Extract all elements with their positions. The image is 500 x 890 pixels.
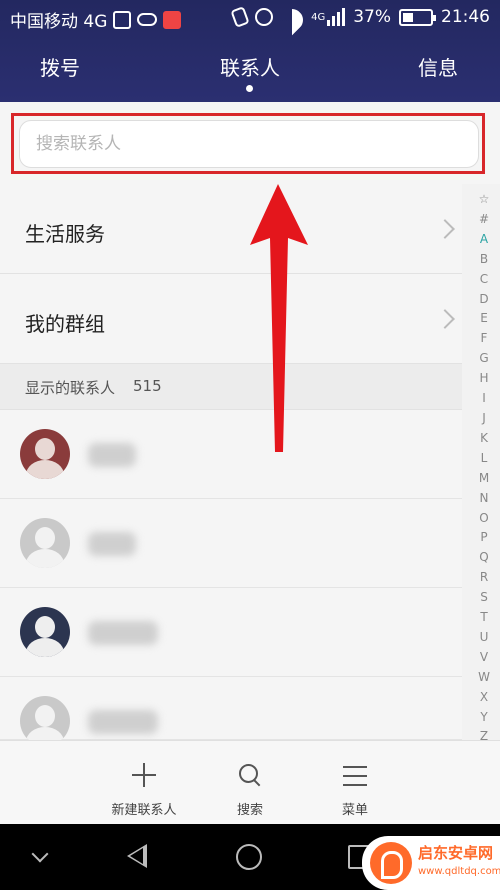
list-item[interactable] [0,499,462,588]
battery-icon [399,8,436,26]
contact-name-redacted [88,621,158,645]
search-icon [238,763,262,787]
cloud-icon [137,13,158,26]
list-item[interactable] [0,410,462,499]
alarm-icon [255,8,274,26]
avatar [20,429,70,479]
wifi-icon [281,9,303,25]
alphabet-index-letter[interactable]: L [481,449,488,469]
contact-name-redacted [88,532,136,556]
chevron-right-icon [435,219,455,239]
alphabet-index-letter[interactable]: F [481,329,488,349]
row-my-groups-label: 我的群组 [25,312,105,336]
alphabet-index-letter[interactable]: X [480,688,488,708]
menu-icon [343,766,367,786]
row-life-services[interactable]: 生活服务 [0,184,462,274]
alphabet-index-letter[interactable]: T [480,608,487,628]
watermark-title: 启东安卓网 [418,844,494,862]
alphabet-index-letter[interactable]: K [480,429,488,449]
list-item[interactable] [0,677,462,746]
alphabet-index-letter[interactable]: Y [480,708,487,728]
alphabet-index-letter[interactable]: N [480,489,489,509]
section-label: 显示的联系人 [25,379,116,397]
contacts-section-header: 显示的联系人 515 [0,364,462,410]
home-icon[interactable] [236,844,262,870]
plus-icon [132,763,156,787]
alphabet-index-letter[interactable]: C [480,270,488,290]
gallery-icon [113,10,132,29]
tab-dial[interactable]: 拨号 [40,52,80,81]
watermark-url: www.qdltdq.com [418,866,500,877]
alphabet-index-letter[interactable]: # [479,210,489,230]
carrier-label: 中国移动 4G [10,12,108,32]
alphabet-index-letter[interactable]: U [480,628,489,648]
active-tab-indicator [246,85,253,92]
alphabet-index-letter[interactable]: H [479,369,488,389]
alphabet-index-letter[interactable]: R [480,568,488,588]
avatar [20,607,70,657]
search-button[interactable]: 搜索 [190,741,310,825]
alphabet-index-letter[interactable]: D [479,290,488,310]
menu-button[interactable]: 菜单 [295,741,415,825]
alphabet-index-letter[interactable]: M [479,469,489,489]
new-contact-button[interactable]: 新建联系人 [84,741,204,825]
tab-contacts[interactable]: 联系人 [220,52,280,81]
search-label: 搜索 [236,803,263,818]
alphabet-index-letter[interactable]: P [480,528,487,548]
chevron-right-icon [435,309,455,329]
news-app-icon [163,10,182,29]
menu-label: 菜单 [341,803,368,818]
contact-name-redacted [88,443,136,467]
contact-count: 515 [133,377,162,395]
alphabet-index-letter[interactable]: W [478,668,490,688]
signal-icon [327,8,346,26]
search-highlight-frame [11,113,485,174]
status-right: 4G 37% 21:46 [230,6,490,28]
alphabet-index-letter[interactable]: I [482,389,486,409]
alphabet-index-letter[interactable]: A [480,230,488,250]
alphabet-index-letter[interactable]: S [480,588,488,608]
alphabet-index-letter[interactable]: ☆ [479,190,490,210]
alphabet-index-letter[interactable]: B [480,250,488,270]
status-left: 中国移动 4G [10,7,182,32]
contacts-app: 中国移动 4G 4G 37% 21:46 拨号 联系人 信息 搜索联系人 生活服… [0,0,500,890]
watermark-logo-icon [370,842,412,884]
list-item[interactable] [0,588,462,677]
alphabet-index-letter[interactable]: V [480,648,488,668]
contact-name-redacted [88,710,158,734]
alphabet-index-letter[interactable]: O [479,509,488,529]
avatar [20,696,70,746]
bottom-toolbar: 新建联系人 搜索 菜单 [0,740,500,824]
watermark-badge: 启东安卓网 www.qdltdq.com [362,836,500,890]
alphabet-index-letter[interactable]: G [479,349,488,369]
back-icon[interactable] [127,844,147,868]
alphabet-index[interactable]: ☆ # A B C D E F G H I J K L M N O P Q R S T U V W X Y Z [476,190,492,747]
avatar [20,518,70,568]
network-badge: 4G [311,11,326,23]
app-header: 中国移动 4G 4G 37% 21:46 拨号 联系人 信息 [0,0,500,102]
alphabet-index-letter[interactable]: Q [479,548,488,568]
status-bar: 中国移动 4G 4G 37% 21:46 [0,0,500,36]
row-my-groups[interactable]: 我的群组 [0,274,462,364]
tab-messages[interactable]: 信息 [418,52,458,81]
alphabet-index-letter[interactable]: J [482,409,486,429]
row-life-services-label: 生活服务 [25,222,105,246]
clock: 21:46 [441,7,490,27]
vibrate-icon [230,6,250,28]
alphabet-index-letter[interactable]: E [480,309,488,329]
new-contact-label: 新建联系人 [111,803,177,818]
hide-nav-icon[interactable] [31,845,49,863]
battery-percent: 37% [353,7,391,27]
